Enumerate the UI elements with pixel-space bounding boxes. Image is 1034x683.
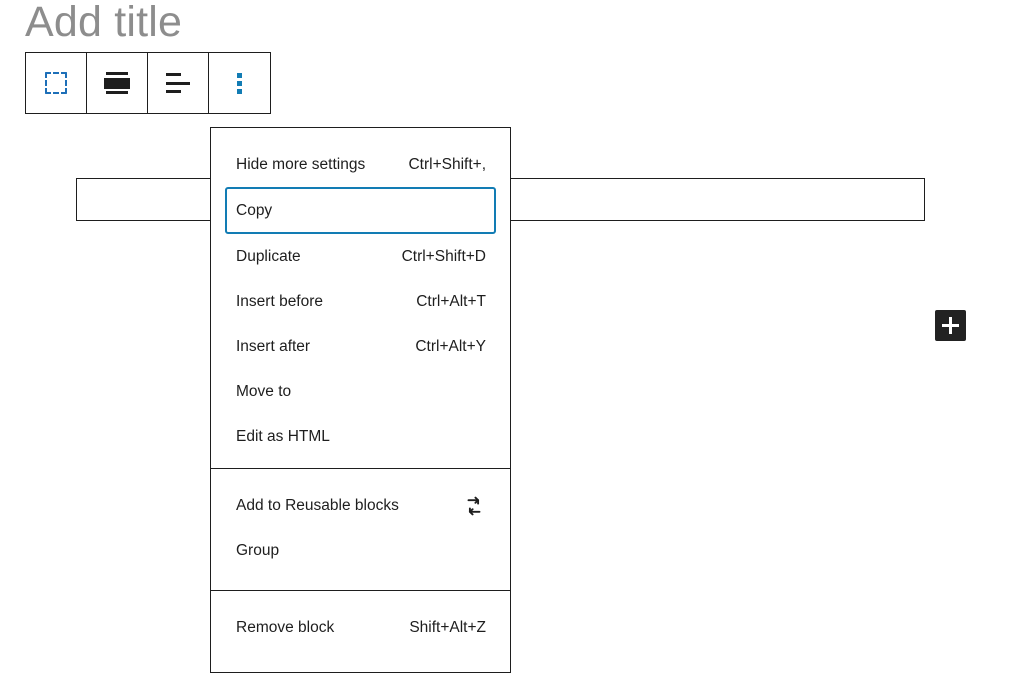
- reusable-blocks-icon: [462, 494, 486, 518]
- menu-item-copy[interactable]: Copy: [211, 187, 510, 234]
- add-block-inserter-button[interactable]: [935, 310, 966, 341]
- align-text-button[interactable]: [148, 53, 209, 113]
- menu-item-label: Edit as HTML: [236, 428, 330, 446]
- menu-item-shortcut: Ctrl+Shift+,: [408, 156, 486, 174]
- menu-item-label: Insert before: [236, 293, 323, 311]
- menu-group-reusable: Add to Reusable blocks Group: [211, 468, 510, 590]
- menu-item-group[interactable]: Group: [211, 528, 510, 573]
- menu-item-add-to-reusable-blocks[interactable]: Add to Reusable blocks: [211, 483, 510, 528]
- menu-item-shortcut: Shift+Alt+Z: [409, 619, 486, 637]
- menu-item-shortcut: Ctrl+Alt+T: [416, 293, 486, 311]
- menu-item-remove-block[interactable]: Remove block Shift+Alt+Z: [211, 605, 510, 650]
- page-title[interactable]: Add title: [25, 0, 182, 48]
- menu-item-hide-more-settings[interactable]: Hide more settings Ctrl+Shift+,: [211, 142, 510, 187]
- menu-group-primary: Hide more settings Ctrl+Shift+, Copy Dup…: [211, 128, 510, 468]
- block-options-dropdown-menu: Hide more settings Ctrl+Shift+, Copy Dup…: [210, 127, 511, 673]
- dots-vertical-icon: [237, 73, 242, 94]
- menu-group-destructive: Remove block Shift+Alt+Z: [211, 590, 510, 664]
- menu-item-label: Add to Reusable blocks: [236, 497, 399, 515]
- menu-item-move-to[interactable]: Move to: [211, 369, 510, 414]
- menu-item-shortcut: Ctrl+Shift+D: [402, 248, 486, 266]
- more-options-button[interactable]: [209, 53, 270, 113]
- menu-item-edit-as-html[interactable]: Edit as HTML: [211, 414, 510, 459]
- align-wide-icon: [104, 72, 130, 94]
- block-square-dashed-icon: [45, 72, 67, 94]
- menu-item-label: Remove block: [236, 619, 334, 637]
- align-text-left-icon: [166, 73, 190, 93]
- block-type-button[interactable]: [26, 53, 87, 113]
- block-toolbar: [25, 52, 271, 114]
- menu-item-shortcut: Ctrl+Alt+Y: [415, 338, 486, 356]
- menu-item-label: Insert after: [236, 338, 310, 356]
- menu-item-insert-before[interactable]: Insert before Ctrl+Alt+T: [211, 279, 510, 324]
- menu-item-label: Move to: [236, 383, 291, 401]
- menu-item-label: Copy: [236, 202, 272, 220]
- menu-item-label: Hide more settings: [236, 156, 365, 174]
- menu-item-duplicate[interactable]: Duplicate Ctrl+Shift+D: [211, 234, 510, 279]
- menu-item-insert-after[interactable]: Insert after Ctrl+Alt+Y: [211, 324, 510, 369]
- menu-item-label: Duplicate: [236, 248, 301, 266]
- menu-item-label: Group: [236, 542, 279, 560]
- change-alignment-button[interactable]: [87, 53, 148, 113]
- plus-icon: [942, 317, 959, 334]
